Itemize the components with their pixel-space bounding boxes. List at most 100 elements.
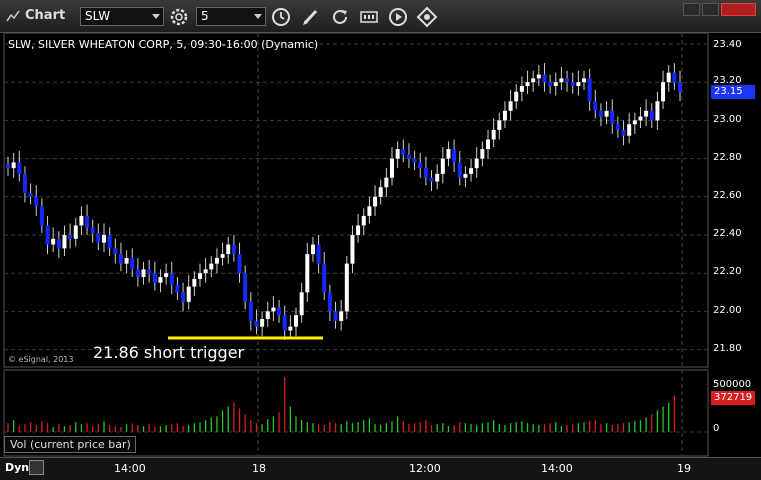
price-tick-label: 22.20	[713, 266, 742, 277]
price-tick-label: 23.00	[713, 114, 742, 125]
candle-body	[502, 110, 507, 121]
candle-body	[525, 82, 530, 87]
price-tick-label: 22.80	[713, 152, 742, 163]
candle-body	[649, 110, 654, 121]
candle-body	[147, 269, 152, 274]
candle-body	[209, 263, 214, 270]
time-axis-bar: Dyn 14:00 18 12:00 14:00 19	[0, 457, 761, 480]
candle-body	[356, 225, 361, 235]
time-tick-label: 14:00	[541, 462, 573, 475]
candle-body	[107, 235, 112, 249]
candle-body	[282, 315, 287, 331]
candle-body	[367, 206, 372, 216]
candle-body	[310, 244, 315, 255]
candle-body	[593, 101, 598, 111]
volume-tick-label: 0	[713, 423, 720, 434]
candle-body	[621, 129, 626, 136]
candle-body	[672, 72, 677, 83]
candle-body	[181, 292, 186, 302]
candle-body	[271, 307, 276, 312]
candle-body	[418, 162, 423, 169]
candle-body	[294, 315, 298, 327]
candle-body	[203, 269, 208, 274]
candle-body	[457, 162, 462, 178]
candle-body	[322, 263, 327, 293]
candle-body	[198, 273, 202, 279]
candle-body	[615, 124, 620, 130]
candle-body	[582, 78, 586, 83]
candle-body	[158, 277, 163, 283]
candle-body	[565, 78, 570, 83]
candle-body	[169, 273, 174, 285]
price-tick-label: 21.80	[713, 343, 742, 354]
price-tick-label: 22.40	[713, 228, 742, 239]
candle-body	[519, 86, 524, 92]
candle-body	[638, 116, 643, 121]
candle-body	[68, 235, 73, 239]
candle-body	[559, 78, 564, 83]
candle-body	[316, 244, 321, 264]
candle-body	[124, 257, 129, 264]
candle-body	[474, 158, 479, 169]
candle-body	[305, 254, 310, 293]
candle-body	[118, 254, 123, 264]
time-tick-label: 12:00	[409, 462, 441, 475]
candle-body	[265, 311, 270, 320]
candle-body	[186, 286, 191, 302]
candle-body	[260, 319, 265, 327]
candle-body	[102, 235, 106, 243]
price-chart[interactable]	[0, 0, 761, 457]
candle-body	[497, 120, 502, 130]
candle-body	[598, 110, 603, 117]
candle-body	[429, 177, 434, 182]
candle-body	[254, 320, 259, 327]
candle-body	[214, 257, 219, 264]
chart-header: SLW, SILVER WHEATON CORP, 5, 09:30-16:00…	[8, 38, 319, 51]
candle-body	[491, 129, 496, 140]
candle-body	[486, 139, 490, 150]
candle-body	[401, 149, 406, 155]
candle-body	[384, 177, 389, 188]
candle-body	[79, 215, 84, 226]
candle-body	[542, 74, 547, 83]
time-tick-label: 14:00	[114, 462, 146, 475]
candle-body	[135, 269, 140, 278]
copyright: © eSignal, 2013	[8, 355, 74, 364]
candle-body	[62, 235, 67, 249]
candle-body	[90, 227, 95, 234]
candle-body	[152, 273, 157, 283]
candle-body	[644, 110, 649, 117]
candle-body	[536, 74, 541, 79]
candle-body	[6, 164, 10, 169]
candle-body	[28, 192, 33, 197]
candle-body	[678, 82, 682, 92]
candle-body	[220, 254, 225, 258]
candle-body	[395, 149, 400, 159]
candle-body	[446, 149, 451, 159]
candle-body	[130, 257, 135, 270]
candle-body	[435, 173, 440, 182]
candle-body	[164, 273, 169, 278]
candle-body	[361, 215, 366, 226]
candle-body	[480, 149, 485, 159]
volume-panel-label[interactable]: Vol (current price bar)	[4, 436, 136, 453]
candle-body	[666, 72, 671, 83]
candle-body	[277, 307, 282, 316]
candle-body	[45, 225, 50, 245]
candle-body	[548, 82, 553, 87]
candle-body	[85, 215, 90, 228]
dyn-toggle-icon[interactable]	[29, 460, 44, 475]
current-volume-tag: 372719	[711, 391, 755, 405]
candle-body	[469, 168, 474, 174]
candle-body	[531, 78, 536, 83]
trigger-annotation: 21.86 short trigger	[93, 343, 245, 362]
candle-body	[56, 238, 61, 249]
price-tick-label: 22.60	[713, 190, 742, 201]
candle-body	[627, 124, 632, 136]
candle-body	[412, 158, 417, 163]
candle-body	[604, 110, 609, 117]
price-tick-label: 22.00	[713, 305, 742, 316]
candle-body	[288, 326, 293, 331]
candle-body	[661, 82, 666, 102]
candle-body	[175, 284, 180, 293]
